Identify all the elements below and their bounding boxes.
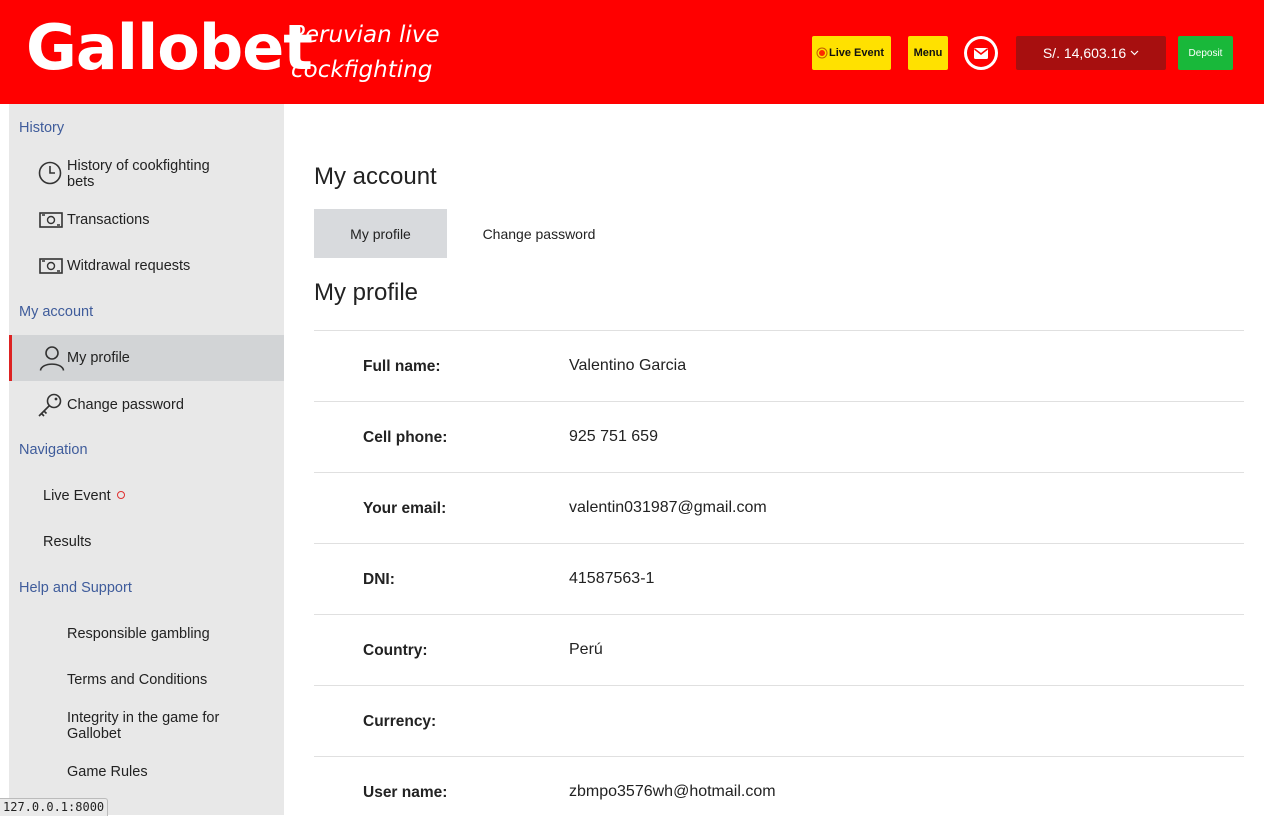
envelope-icon [974, 47, 988, 59]
top-header: Gallobet Peruvian live cockfighting Live… [0, 0, 1264, 104]
live-dot-icon [818, 50, 825, 56]
sidebar-item-label: History of cookfighting bets [67, 158, 210, 190]
profile-row-email: Your email: valentin031987@gmail.com [314, 472, 1244, 543]
field-label: DNI: [363, 571, 395, 588]
page-title: My account [314, 163, 437, 190]
sidebar-item-bet-history[interactable]: History of cookfighting bets [9, 150, 284, 196]
tagline: Peruvian live cockfighting [291, 22, 440, 83]
sidebar-item-transactions[interactable]: Transactions [9, 202, 284, 238]
profile-row-user-name: User name: zbmpo3576wh@hotmail.com [314, 756, 1244, 816]
sidebar-item-responsible-gambling[interactable]: Responsible gambling [9, 616, 284, 652]
sidebar-item-label: Integrity in the game for Gallobet [67, 710, 220, 742]
profile-row-full-name: Full name: Valentino Garcia [314, 330, 1244, 401]
sidebar-item-label: Transactions [67, 212, 150, 228]
field-label: Full name: [363, 358, 441, 375]
sidebar-item-live-event[interactable]: Live Event [9, 478, 284, 514]
field-label: User name: [363, 784, 448, 801]
sidebar-item-results[interactable]: Results [9, 524, 284, 560]
balance-value: S/. 14,603.16 [1042, 45, 1127, 61]
sidebar-item-my-profile[interactable]: My profile [9, 335, 284, 381]
tab-my-profile[interactable]: My profile [314, 209, 447, 258]
section-title: My profile [314, 279, 419, 306]
sidebar-heading-my-account: My account [19, 304, 94, 320]
sidebar-heading-help: Help and Support [19, 580, 132, 596]
sidebar-item-label: Witdrawal requests [67, 258, 191, 274]
sidebar-item-terms[interactable]: Terms and Conditions [9, 662, 284, 698]
sidebar-item-label: My profile [67, 350, 130, 366]
profile-row-country: Country: Perú [314, 614, 1244, 685]
sidebar-item-label: Results [43, 534, 92, 550]
clock-icon [38, 161, 62, 185]
field-label: Country: [363, 642, 428, 659]
field-value: zbmpo3576wh@hotmail.com [569, 783, 776, 800]
sidebar-item-integrity[interactable]: Integrity in the game for Gallobet [9, 708, 284, 748]
sidebar-item-withdrawal-requests[interactable]: Witdrawal requests [9, 248, 284, 284]
sidebar-item-game-rules[interactable]: Game Rules [9, 754, 284, 790]
menu-button[interactable]: Menu [908, 36, 948, 70]
field-label: Cell phone: [363, 429, 448, 446]
sidebar-item-label: Game Rules [67, 764, 148, 780]
cash-icon [39, 212, 63, 228]
profile-row-cell-phone: Cell phone: 925 751 659 [314, 401, 1244, 472]
user-icon [39, 346, 65, 371]
key-icon [38, 393, 62, 417]
field-label: Your email: [363, 500, 447, 517]
field-value: Valentino Garcia [569, 357, 687, 374]
sidebar-item-label: Responsible gambling [67, 626, 210, 642]
sidebar-heading-history: History [19, 120, 65, 136]
profile-row-currency: Currency: [314, 685, 1244, 756]
chevron-down-icon [1130, 50, 1139, 56]
profile-row-dni: DNI: 41587563-1 [314, 543, 1244, 614]
live-event-button[interactable]: Live Event [812, 36, 891, 70]
cash-icon [39, 258, 63, 274]
field-value: 41587563-1 [569, 570, 655, 587]
field-value: Perú [569, 641, 603, 658]
live-event-label: Live Event [828, 47, 885, 59]
logo[interactable]: Gallobet [26, 8, 313, 88]
sidebar-heading-navigation: Navigation [19, 442, 88, 458]
sidebar-item-label: Change password [67, 397, 184, 413]
tab-change-password[interactable]: Change password [463, 209, 615, 258]
live-indicator-icon [116, 491, 125, 500]
sidebar-item-label: Live Event [43, 488, 111, 504]
field-value: 925 751 659 [569, 428, 658, 445]
sidebar-item-change-password[interactable]: Change password [9, 387, 284, 425]
field-label: Currency: [363, 713, 437, 730]
sidebar-item-label: Terms and Conditions [67, 672, 208, 688]
balance-dropdown[interactable]: S/. 14,603.16 [1016, 36, 1166, 70]
deposit-button[interactable]: Deposit [1178, 36, 1233, 70]
status-bar-url: 127.0.0.1:8000 [0, 798, 109, 816]
sidebar: History History of cookfighting bets Tra… [9, 104, 284, 815]
messages-button[interactable] [964, 36, 998, 70]
field-value: valentin031987@gmail.com [569, 499, 767, 516]
